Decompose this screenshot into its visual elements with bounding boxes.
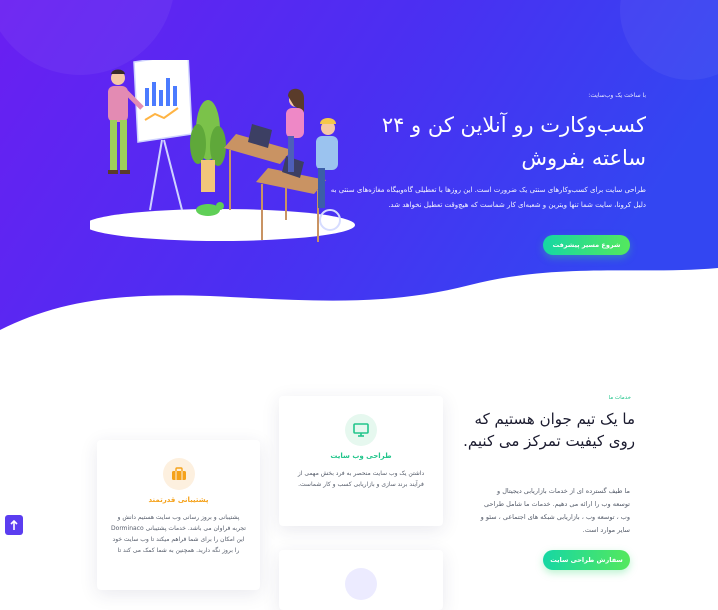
hero-description: طراحی سایت برای کسب‌وکارهای سنتی یک ضرور… [330, 186, 646, 209]
scroll-top-button[interactable] [5, 515, 23, 535]
services-description: ما طیف گسترده ای از خدمات بازاریابی دیجی… [480, 487, 630, 534]
arrow-up-icon [10, 520, 18, 530]
hero-section: با ساخت یک وب‌سایت: کسب‌وکارت رو آنلاین … [0, 0, 718, 340]
card-title: پشتیبانی قدرتمند [148, 496, 209, 504]
service-card-partial[interactable] [279, 550, 443, 610]
briefcase-icon [171, 467, 186, 480]
presentation-board [133, 60, 193, 211]
card-description: پشتیبانی و بروز رسانی وب سایت هستیم دانش… [111, 514, 246, 554]
monitor-icon [353, 423, 369, 437]
hero-illustration [90, 60, 355, 242]
order-website-button[interactable]: سفارش طراحی سایت [543, 550, 630, 570]
service-card-web-design[interactable]: طراحی وب سایت داشتن یک وب سایت منحصر به … [279, 396, 443, 526]
card-icon-wrapper [345, 568, 377, 600]
section-label: خدمات ما [608, 395, 631, 401]
plant [190, 100, 226, 192]
services-title: ما یک تیم جوان هستیم که روی کیفیت تمرکز … [463, 410, 635, 450]
hero-cta-button[interactable]: شروع مسیر پیشرفت [543, 235, 630, 255]
card-description: داشتن یک وب سایت منحصر به فرد بخش مهمی ا… [297, 470, 425, 488]
card-title: طراحی وب سایت [330, 452, 392, 460]
card-icon-wrapper [162, 458, 195, 490]
hero-text-block: با ساخت یک وب‌سایت: کسب‌وکارت رو آنلاین … [326, 92, 646, 213]
hero-kicker: با ساخت یک وب‌سایت: [588, 92, 646, 99]
service-card-support[interactable]: پشتیبانی قدرتمند پشتیبانی و بروز رسانی و… [97, 440, 260, 590]
card-icon-wrapper [345, 414, 377, 446]
hero-title: کسب‌وکارت رو آنلاین کن و ۲۴ ساعته بفروش [381, 113, 646, 170]
